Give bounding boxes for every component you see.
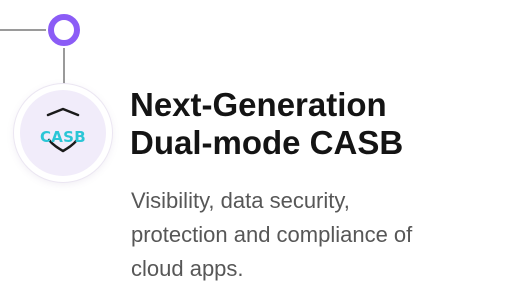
connector-node-icon	[48, 14, 80, 46]
feature-description-line: Visibility, data security,	[131, 188, 350, 213]
feature-description: Visibility, data security, protection an…	[131, 184, 412, 286]
feature-title-line: Dual-mode CASB	[130, 124, 404, 161]
casb-badge-label: CASB	[39, 128, 87, 146]
feature-description-line: cloud apps.	[131, 256, 244, 281]
casb-badge: CASB	[14, 84, 112, 182]
feature-title: Next-Generation Dual-mode CASB	[130, 86, 403, 162]
badge-inner-circle: CASB	[20, 90, 106, 176]
feature-title-line: Next-Generation	[130, 86, 387, 123]
feature-description-line: protection and compliance of	[131, 222, 413, 247]
